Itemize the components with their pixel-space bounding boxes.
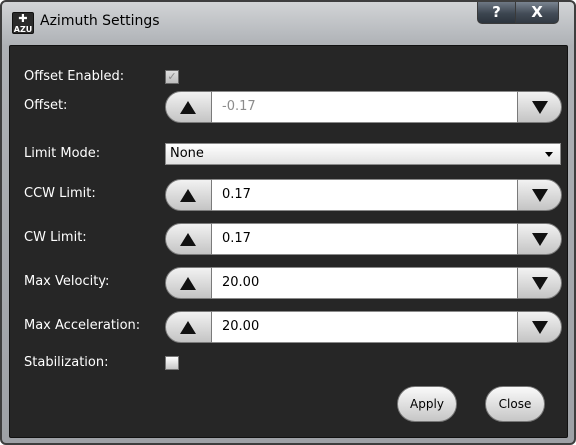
up-arrow-icon <box>180 277 196 290</box>
limit-mode-value: None <box>170 146 204 161</box>
up-arrow-icon <box>180 189 196 202</box>
ccw-limit-increment-button[interactable] <box>165 179 212 211</box>
offset-increment-button[interactable] <box>165 91 212 123</box>
offset-enabled-checkbox[interactable]: ✓ <box>165 70 179 84</box>
limit-mode-dropdown[interactable]: None <box>165 143 561 165</box>
up-arrow-icon <box>180 321 196 334</box>
settings-panel: Offset Enabled: ✓ Offset: -0.17 Limit Mo… <box>9 45 568 438</box>
down-arrow-icon <box>532 101 548 114</box>
up-arrow-icon <box>180 233 196 246</box>
app-icon-text: AZU <box>13 25 33 34</box>
cw-limit-label: CW Limit: <box>24 230 87 245</box>
max-velocity-input[interactable]: 20.00 <box>212 267 517 299</box>
app-icon: ✚ AZU <box>12 12 34 34</box>
stabilization-checkbox[interactable] <box>165 356 179 370</box>
offset-input[interactable]: -0.17 <box>212 91 517 123</box>
azimuth-settings-window: ✚ AZU Azimuth Settings ? X Offset Enable… <box>0 0 576 445</box>
max-velocity-decrement-button[interactable] <box>517 267 562 299</box>
app-icon-glyph: ✚ <box>18 12 28 25</box>
window-title: Azimuth Settings <box>40 13 160 29</box>
down-arrow-icon <box>532 321 548 334</box>
max-velocity-label: Max Velocity: <box>24 274 110 289</box>
limit-mode-label: Limit Mode: <box>24 146 101 161</box>
up-arrow-icon <box>180 101 196 114</box>
stabilization-label: Stabilization: <box>24 355 109 370</box>
dropdown-arrow-icon <box>545 152 553 157</box>
cw-limit-input[interactable]: 0.17 <box>212 223 517 255</box>
offset-decrement-button[interactable] <box>517 91 562 123</box>
down-arrow-icon <box>532 277 548 290</box>
down-arrow-icon <box>532 189 548 202</box>
max-acceleration-input[interactable]: 20.00 <box>212 311 517 343</box>
cw-limit-decrement-button[interactable] <box>517 223 562 255</box>
cw-limit-increment-button[interactable] <box>165 223 212 255</box>
close-button[interactable]: Close <box>485 386 545 422</box>
max-acceleration-increment-button[interactable] <box>165 311 212 343</box>
offset-label: Offset: <box>24 98 68 113</box>
max-acceleration-decrement-button[interactable] <box>517 311 562 343</box>
down-arrow-icon <box>532 233 548 246</box>
help-button[interactable]: ? <box>477 2 516 24</box>
ccw-limit-label: CCW Limit: <box>24 186 96 201</box>
ccw-limit-decrement-button[interactable] <box>517 179 562 211</box>
max-acceleration-label: Max Acceleration: <box>24 318 141 333</box>
ccw-limit-input[interactable]: 0.17 <box>212 179 517 211</box>
apply-button[interactable]: Apply <box>397 386 457 422</box>
offset-enabled-label: Offset Enabled: <box>24 69 125 84</box>
close-window-button[interactable]: X <box>515 2 559 24</box>
max-velocity-increment-button[interactable] <box>165 267 212 299</box>
title-bar[interactable]: ✚ AZU Azimuth Settings ? X <box>2 2 574 44</box>
